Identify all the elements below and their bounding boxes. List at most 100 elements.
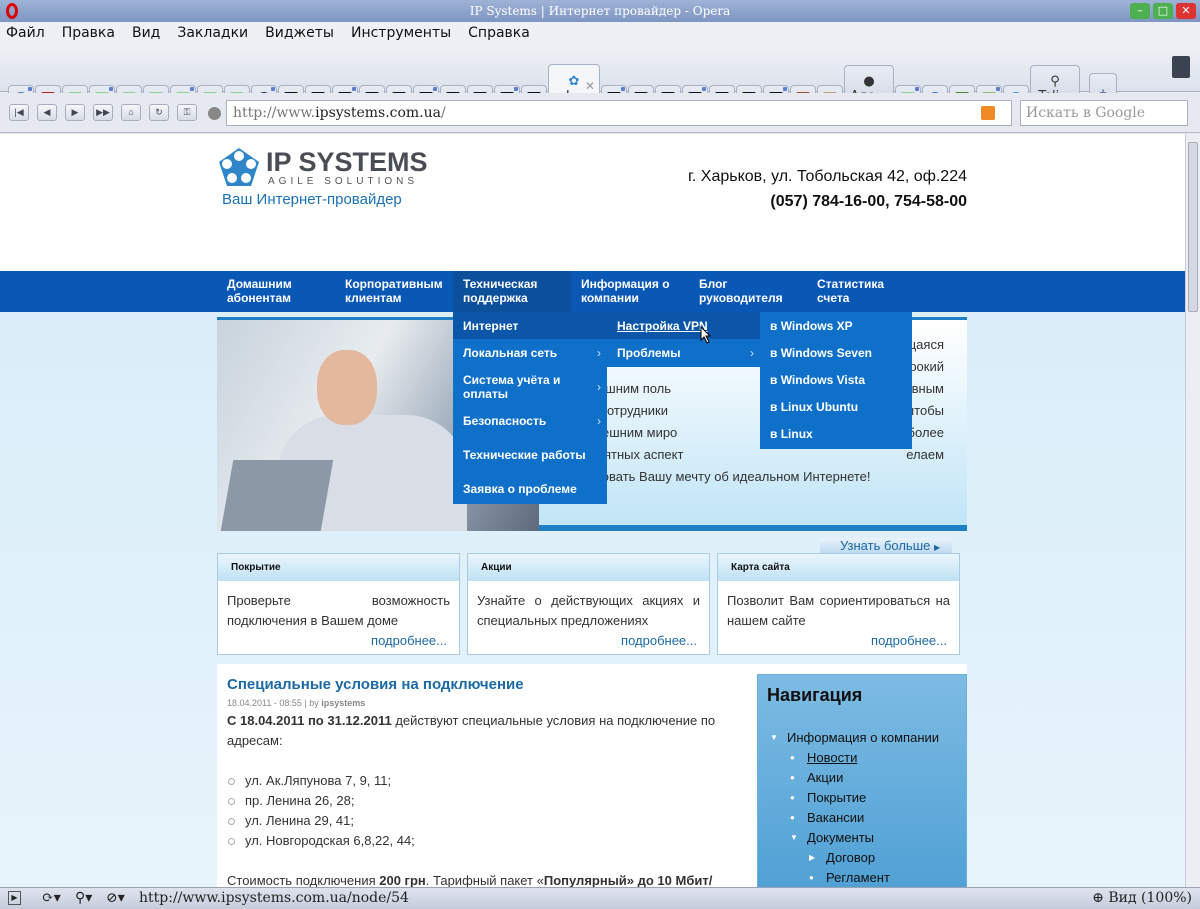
dropdown-item[interactable]: в Windows Vista [760, 366, 912, 393]
arrow-right-icon: ▶ [933, 543, 941, 552]
sidebar-item[interactable]: ● Регламент [758, 868, 966, 887]
sidebar-item-label: Договор [826, 850, 876, 865]
sidebar-item-label: Покрытие [807, 790, 867, 805]
reload-button[interactable]: ↻ [149, 104, 169, 121]
chevron-right-icon: › [597, 345, 601, 360]
dropdown-item[interactable]: Безопасность › [453, 407, 607, 434]
more-link[interactable]: подробнее... [218, 633, 459, 648]
info-box-title: Карта сайта [718, 554, 959, 581]
article-author[interactable]: ipsystems [321, 698, 365, 708]
nav-item-5[interactable]: Статистика счета [807, 271, 925, 312]
close-tab-icon[interactable]: ✕ [585, 79, 595, 93]
dropdown-item[interactable]: в Windows Seven [760, 339, 912, 366]
dropdown-item[interactable]: Заявка о проблеме [453, 475, 607, 502]
info-box: Акции Узнайте о действующих акциях и спец… [467, 553, 710, 655]
search-icon: ⚲ [1050, 73, 1060, 89]
nav-item-2[interactable]: Техническая поддержка [453, 271, 571, 312]
nav-item-3[interactable]: Информация о компании [571, 271, 689, 312]
search-input[interactable]: Искать в Google [1020, 100, 1188, 126]
site-info-icon[interactable] [208, 107, 221, 120]
dropdown-item-label: в Windows XP [770, 318, 853, 333]
unite-icon[interactable]: ⚲▾ [75, 888, 92, 909]
dropdown-item[interactable]: Интернет [453, 312, 607, 339]
dropdown-item[interactable]: Локальная сеть › [453, 339, 607, 366]
menu-5[interactable]: Инструменты [351, 22, 451, 44]
cost-value: 200 грн [379, 873, 426, 887]
sidebar-item-label: Регламент [826, 870, 890, 885]
dropdown-internet: Настройка VPN Проблемы › [607, 312, 760, 367]
chat-icon: ● [863, 73, 875, 89]
sidebar-item[interactable]: ▼ Документы [758, 828, 966, 848]
office-address: г. Харьков, ул. Тобольская 42, оф.224 [688, 168, 967, 185]
dropdown-item[interactable]: Настройка VPN [607, 312, 760, 339]
minimize-button[interactable]: – [1130, 3, 1150, 19]
dropdown-item-label: Интернет [463, 318, 519, 333]
sidebar-item-label: Акции [807, 770, 844, 785]
window-title: IP Systems | Интернет провайдер - Opera [469, 4, 731, 18]
trash-icon[interactable] [1172, 56, 1190, 78]
opera-logo-icon[interactable] [6, 3, 18, 19]
menu-2[interactable]: Вид [132, 22, 160, 44]
rewind-button[interactable]: |◀ [9, 104, 29, 121]
fast-forward-button[interactable]: ▶▶ [93, 104, 113, 121]
close-window-button[interactable]: ✕ [1176, 3, 1196, 19]
sidebar-item-label: Информация о компании [787, 730, 940, 745]
menu-3[interactable]: Закладки [177, 22, 248, 44]
sidebar-item[interactable]: ● Новости [758, 748, 966, 768]
unread-dot-icon [514, 87, 518, 91]
article: Специальные условия на подключение 18.04… [227, 676, 742, 887]
turbo-icon[interactable]: ⊘▾ [106, 888, 125, 909]
bullet-icon: ● [809, 873, 814, 882]
sidebar-item[interactable]: ● Вакансии [758, 808, 966, 828]
nav-item-4[interactable]: Блог руководителя [689, 271, 807, 312]
dropdown-item[interactable]: в Windows XP [760, 312, 912, 339]
tariff-name: Популярный» до 10 Мбит/ [543, 873, 713, 887]
sidebar-item[interactable]: ● Покрытие [758, 788, 966, 808]
zoom-control[interactable]: ⊕ Вид (100%) [1092, 888, 1192, 909]
dropdown-item-label: Система учёта и оплаты [463, 372, 561, 401]
nav-item-1[interactable]: Корпоративным клиентам [335, 271, 453, 312]
url-prefix: http://www. [233, 105, 316, 121]
dropdown-item[interactable]: Технические работы [453, 434, 607, 475]
more-link[interactable]: подробнее... [718, 633, 959, 648]
dropdown-item[interactable]: Проблемы › [607, 339, 760, 366]
back-button[interactable]: ◀ [37, 104, 57, 121]
unread-dot-icon [352, 87, 356, 91]
home-button[interactable]: ⌂ [121, 104, 141, 121]
hero-fragment-right: чтобы [907, 403, 944, 418]
sidebar-item[interactable]: ● Акции [758, 768, 966, 788]
dropdown-item[interactable]: в Linux [760, 420, 912, 447]
nav-label-1: Блог [699, 277, 728, 291]
sidebar-item[interactable]: ▼ Информация о компании [758, 728, 966, 748]
url-input[interactable]: http://www.ipsystems.com.ua/ [226, 100, 1012, 126]
main-nav: Домашним абонентам Корпоративным клиентам Те… [217, 271, 925, 312]
menu-6[interactable]: Справка [468, 22, 530, 44]
forward-button[interactable]: ▶ [65, 104, 85, 121]
vertical-scrollbar[interactable] [1185, 134, 1200, 887]
learn-more-label: Узнать больше [840, 538, 931, 553]
dropdown-item-label: в Linux Ubuntu [770, 399, 859, 414]
learn-more-button[interactable]: Узнать больше ▶ [820, 538, 952, 554]
nav-item-0[interactable]: Домашним абонентам [217, 271, 335, 312]
article-title[interactable]: Специальные условия на подключение [227, 676, 742, 693]
info-box-title: Акции [468, 554, 709, 581]
menu-0[interactable]: Файл [6, 22, 45, 44]
rss-feed-icon[interactable] [981, 106, 995, 120]
menu-1[interactable]: Правка [62, 22, 115, 44]
dropdown-item[interactable]: в Linux Ubuntu [760, 393, 912, 420]
dropdown-item[interactable]: Система учёта и оплаты › [453, 366, 607, 407]
wand-button[interactable]: ⚿ [177, 104, 197, 121]
sync-icon[interactable]: ⟳▾ [42, 888, 61, 909]
panel-toggle-icon[interactable]: ▶ [8, 891, 21, 905]
unread-dot-icon [621, 87, 625, 91]
tab-bar: ✿I...✕●Але...⚲Teli...+ [0, 44, 1200, 112]
dropdown-tech-support: Интернет Локальная сеть › Система учёта и о… [453, 312, 607, 504]
menu-4[interactable]: Виджеты [265, 22, 334, 44]
unread-dot-icon [28, 87, 32, 91]
sidebar-item[interactable]: ▶ Договор [758, 848, 966, 868]
nav-label-2: руководителя [699, 291, 783, 305]
maximize-button[interactable]: □ [1153, 3, 1173, 19]
info-box-text: Позволит Вам сориентироваться на нашем с… [727, 593, 950, 628]
dropdown-item-label: в Windows Seven [770, 345, 872, 360]
more-link[interactable]: подробнее... [468, 633, 709, 648]
